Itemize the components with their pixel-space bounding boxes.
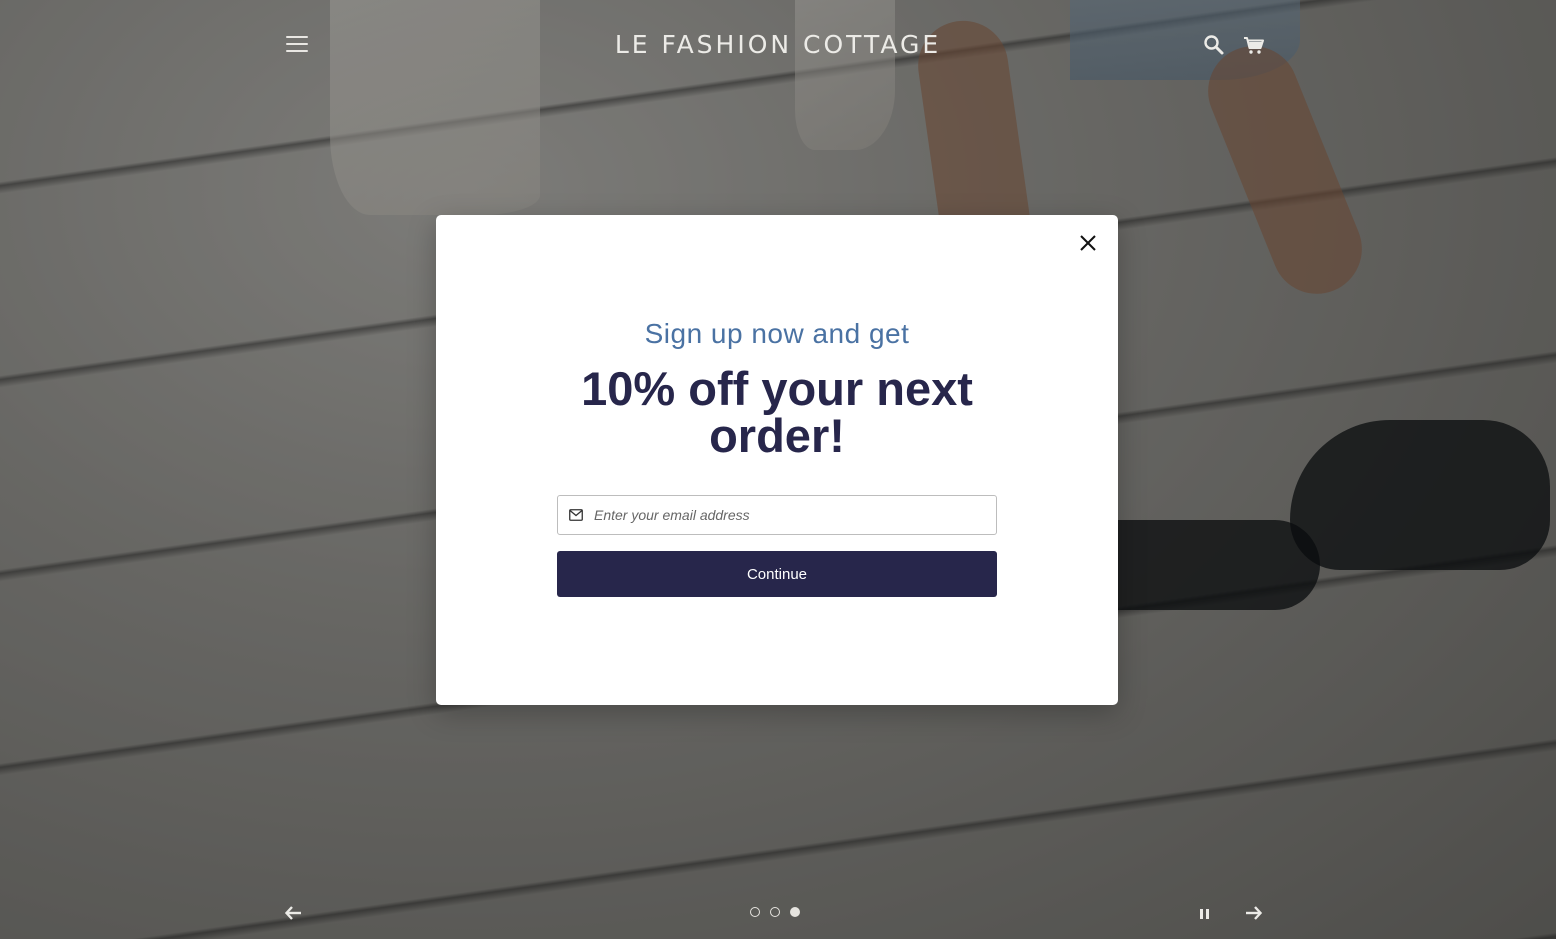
popup-title: 10% off your next order! [581, 362, 973, 462]
arrow-right-icon[interactable] [1243, 904, 1263, 922]
site-logo[interactable]: LE FASHION COTTAGE [0, 30, 1556, 59]
site-header: LE FASHION COTTAGE [0, 0, 1556, 92]
slide-dot-3[interactable] [790, 907, 800, 917]
email-input[interactable] [594, 496, 986, 534]
slide-dot-1[interactable] [750, 907, 760, 917]
mail-icon [569, 508, 583, 521]
slide-dot-2[interactable] [770, 907, 780, 917]
continue-button[interactable]: Continue [557, 551, 997, 597]
search-icon[interactable] [1203, 34, 1225, 56]
signup-popup: Sign up now and get 10% off your next or… [436, 215, 1118, 705]
cart-icon[interactable] [1243, 34, 1265, 56]
email-field[interactable] [557, 495, 997, 535]
slideshow-dots [750, 907, 800, 919]
close-icon[interactable] [1076, 231, 1100, 255]
arrow-left-icon[interactable] [284, 904, 304, 922]
pause-icon[interactable] [1197, 906, 1213, 922]
popup-subtitle: Sign up now and get [644, 318, 910, 349]
